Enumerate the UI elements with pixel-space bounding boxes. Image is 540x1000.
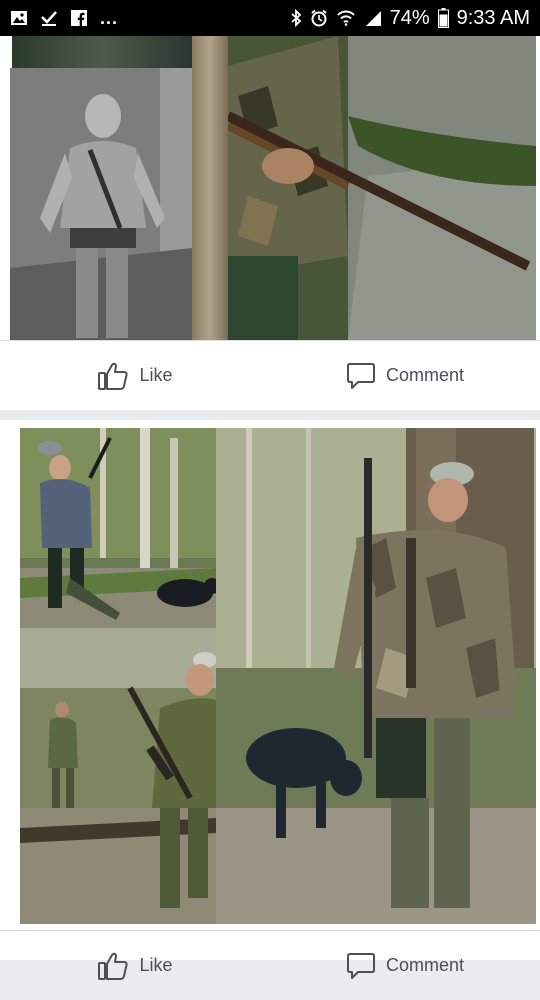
post-action-bar: Like Comment xyxy=(0,930,540,1000)
download-check-icon xyxy=(40,10,58,26)
hunter-dog-scene xyxy=(20,428,216,628)
thumbs-up-icon xyxy=(98,952,129,980)
post-photo-tree-trunk xyxy=(192,36,228,340)
alarm-icon xyxy=(310,9,328,27)
post-photo-top-strip[interactable] xyxy=(12,36,192,68)
signal-icon xyxy=(364,9,382,27)
facebook-icon xyxy=(70,10,88,26)
post-photo-two-hunters[interactable] xyxy=(20,628,216,924)
rifle-scene xyxy=(228,36,536,340)
battery-icon xyxy=(437,8,449,28)
like-label: Like xyxy=(139,365,173,385)
two-hunters-scene xyxy=(20,628,216,924)
thumbs-up-icon xyxy=(98,362,129,390)
post-photo-hunter-rifle[interactable] xyxy=(228,36,536,340)
comment-button[interactable]: Comment xyxy=(270,952,540,980)
comment-bubble-icon xyxy=(346,952,375,979)
post-photo-hunter-cap[interactable] xyxy=(216,428,536,924)
clock: 9:33 AM xyxy=(456,6,530,29)
like-button[interactable]: Like xyxy=(0,951,270,981)
hunter-cap-scene xyxy=(216,428,536,924)
bluetooth-icon xyxy=(290,9,302,27)
post-photo-grayscale[interactable] xyxy=(10,68,192,340)
comment-bubble-icon xyxy=(346,362,375,389)
image-icon xyxy=(10,10,28,26)
comment-label: Comment xyxy=(385,955,465,975)
feed-post: Like Comment xyxy=(0,420,540,980)
grayscale-scene xyxy=(10,68,192,340)
like-label: Like xyxy=(139,955,173,975)
status-bar: ... 74% 9:33 AM xyxy=(0,0,540,36)
feed-post: Like Comment xyxy=(0,36,540,410)
post-photo-hunter-dog[interactable] xyxy=(20,428,216,628)
battery-percent: 74% xyxy=(389,6,430,29)
comment-button[interactable]: Comment xyxy=(270,362,540,390)
wifi-icon xyxy=(336,9,356,27)
comment-label: Comment xyxy=(385,365,465,385)
like-button[interactable]: Like xyxy=(0,361,270,391)
post-action-bar: Like Comment xyxy=(0,340,540,410)
notification-overflow: ... xyxy=(100,7,119,28)
